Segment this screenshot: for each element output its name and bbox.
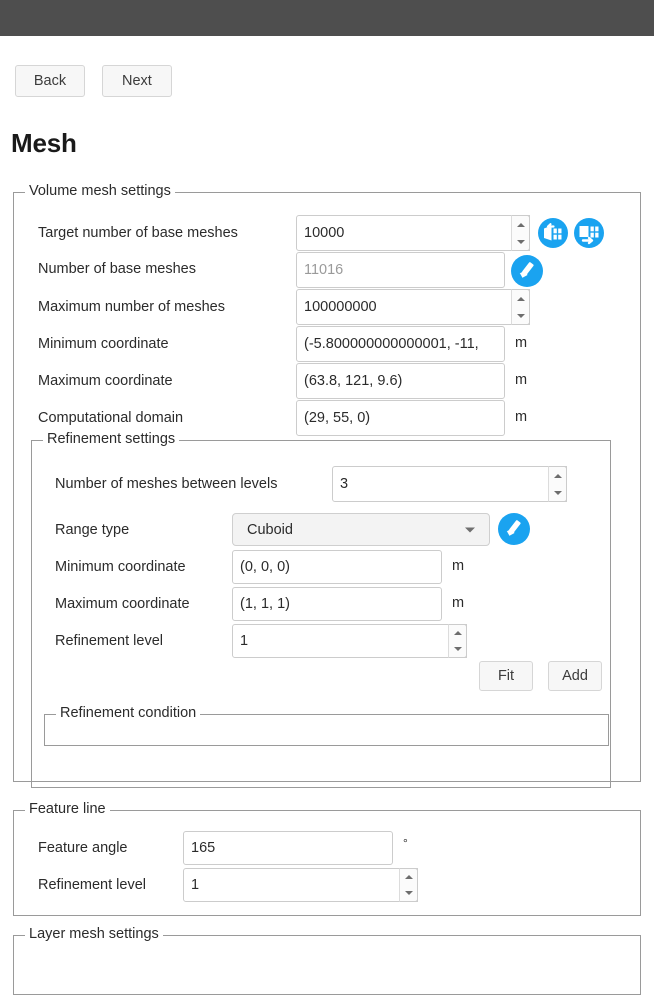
next-button[interactable]: Next — [101, 65, 172, 97]
number-base-meshes-label: Number of base meshes — [38, 261, 196, 277]
meshes-between-levels-input[interactable] — [332, 466, 567, 502]
apply-range-icon[interactable] — [497, 512, 531, 546]
chevron-down-icon — [465, 527, 475, 532]
volume-maximum-coordinate-unit: m — [515, 372, 528, 388]
volume-maximum-coordinate-label: Maximum coordinate — [38, 373, 173, 389]
layer-mesh-settings-legend: Layer mesh settings — [25, 926, 163, 942]
feature-line-legend: Feature line — [25, 801, 110, 817]
range-type-label: Range type — [55, 522, 130, 538]
stepper-down-icon[interactable] — [449, 641, 466, 657]
refinement-maximum-coordinate-label: Maximum coordinate — [55, 596, 190, 612]
feature-refinement-level-stepper[interactable] — [399, 868, 418, 902]
stepper-up-icon[interactable] — [400, 869, 417, 885]
maximum-number-meshes-label: Maximum number of meshes — [38, 299, 225, 315]
number-base-meshes-input — [296, 252, 505, 288]
refinement-settings-legend: Refinement settings — [43, 431, 180, 447]
range-type-combobox[interactable]: Cuboid — [232, 513, 490, 546]
meshes-between-levels-label: Number of meshes between levels — [55, 476, 278, 492]
page-title: Mesh — [11, 128, 77, 158]
meshes-between-levels-spinner[interactable] — [332, 466, 567, 502]
feature-refinement-level-input[interactable] — [183, 868, 418, 902]
stepper-down-icon[interactable] — [512, 233, 529, 250]
refinement-level-spinner[interactable] — [232, 624, 467, 658]
refinement-maximum-coordinate-input[interactable] — [232, 587, 442, 621]
stepper-up-icon[interactable] — [512, 290, 529, 307]
refinement-level-label: Refinement level — [55, 633, 163, 649]
navigation-bar: Back Next — [15, 65, 185, 97]
range-type-value: Cuboid — [247, 521, 293, 538]
maximum-number-meshes-stepper[interactable] — [511, 289, 530, 325]
volume-maximum-coordinate-input[interactable] — [296, 363, 505, 399]
refinement-condition-group: Refinement condition — [44, 705, 609, 746]
feature-angle-label: Feature angle — [38, 840, 128, 856]
refinement-minimum-coordinate-unit: m — [452, 558, 465, 574]
feature-angle-unit: ° — [403, 836, 408, 850]
volume-minimum-coordinate-label: Minimum coordinate — [38, 336, 169, 352]
refinement-minimum-coordinate-label: Minimum coordinate — [55, 559, 186, 575]
export-base-mesh-icon[interactable] — [573, 217, 605, 249]
stepper-down-icon[interactable] — [512, 307, 529, 324]
target-base-meshes-input[interactable] — [296, 215, 530, 251]
target-base-meshes-label: Target number of base meshes — [38, 225, 238, 241]
fit-button[interactable]: Fit — [479, 661, 533, 691]
stepper-down-icon[interactable] — [549, 484, 566, 501]
stepper-up-icon[interactable] — [549, 467, 566, 484]
refinement-level-input[interactable] — [232, 624, 467, 658]
meshes-between-levels-stepper[interactable] — [548, 466, 567, 502]
refinement-level-stepper[interactable] — [448, 624, 467, 658]
back-button[interactable]: Back — [15, 65, 85, 97]
computational-domain-unit: m — [515, 409, 528, 425]
stepper-up-icon[interactable] — [449, 625, 466, 641]
target-base-meshes-spinner[interactable] — [296, 215, 530, 251]
layer-mesh-settings-group: Layer mesh settings — [13, 926, 641, 995]
volume-mesh-settings-legend: Volume mesh settings — [25, 183, 175, 199]
maximum-number-meshes-input[interactable] — [296, 289, 530, 325]
feature-angle-input[interactable] — [183, 831, 393, 865]
feature-refinement-level-label: Refinement level — [38, 877, 146, 893]
add-button[interactable]: Add — [548, 661, 602, 691]
volume-minimum-coordinate-input[interactable] — [296, 326, 505, 362]
feature-refinement-level-spinner[interactable] — [183, 868, 418, 902]
import-base-mesh-icon[interactable] — [537, 217, 569, 249]
volume-minimum-coordinate-unit: m — [515, 335, 528, 351]
refinement-minimum-coordinate-input[interactable] — [232, 550, 442, 584]
stepper-up-icon[interactable] — [512, 216, 529, 233]
refinement-maximum-coordinate-unit: m — [452, 595, 465, 611]
refinement-condition-legend: Refinement condition — [56, 705, 201, 721]
maximum-number-meshes-spinner[interactable] — [296, 289, 530, 325]
window-titlebar — [0, 0, 654, 36]
update-base-mesh-icon[interactable] — [510, 254, 544, 288]
target-base-meshes-stepper[interactable] — [511, 215, 530, 251]
stepper-down-icon[interactable] — [400, 885, 417, 901]
computational-domain-input[interactable] — [296, 400, 505, 436]
computational-domain-label: Computational domain — [38, 410, 184, 426]
